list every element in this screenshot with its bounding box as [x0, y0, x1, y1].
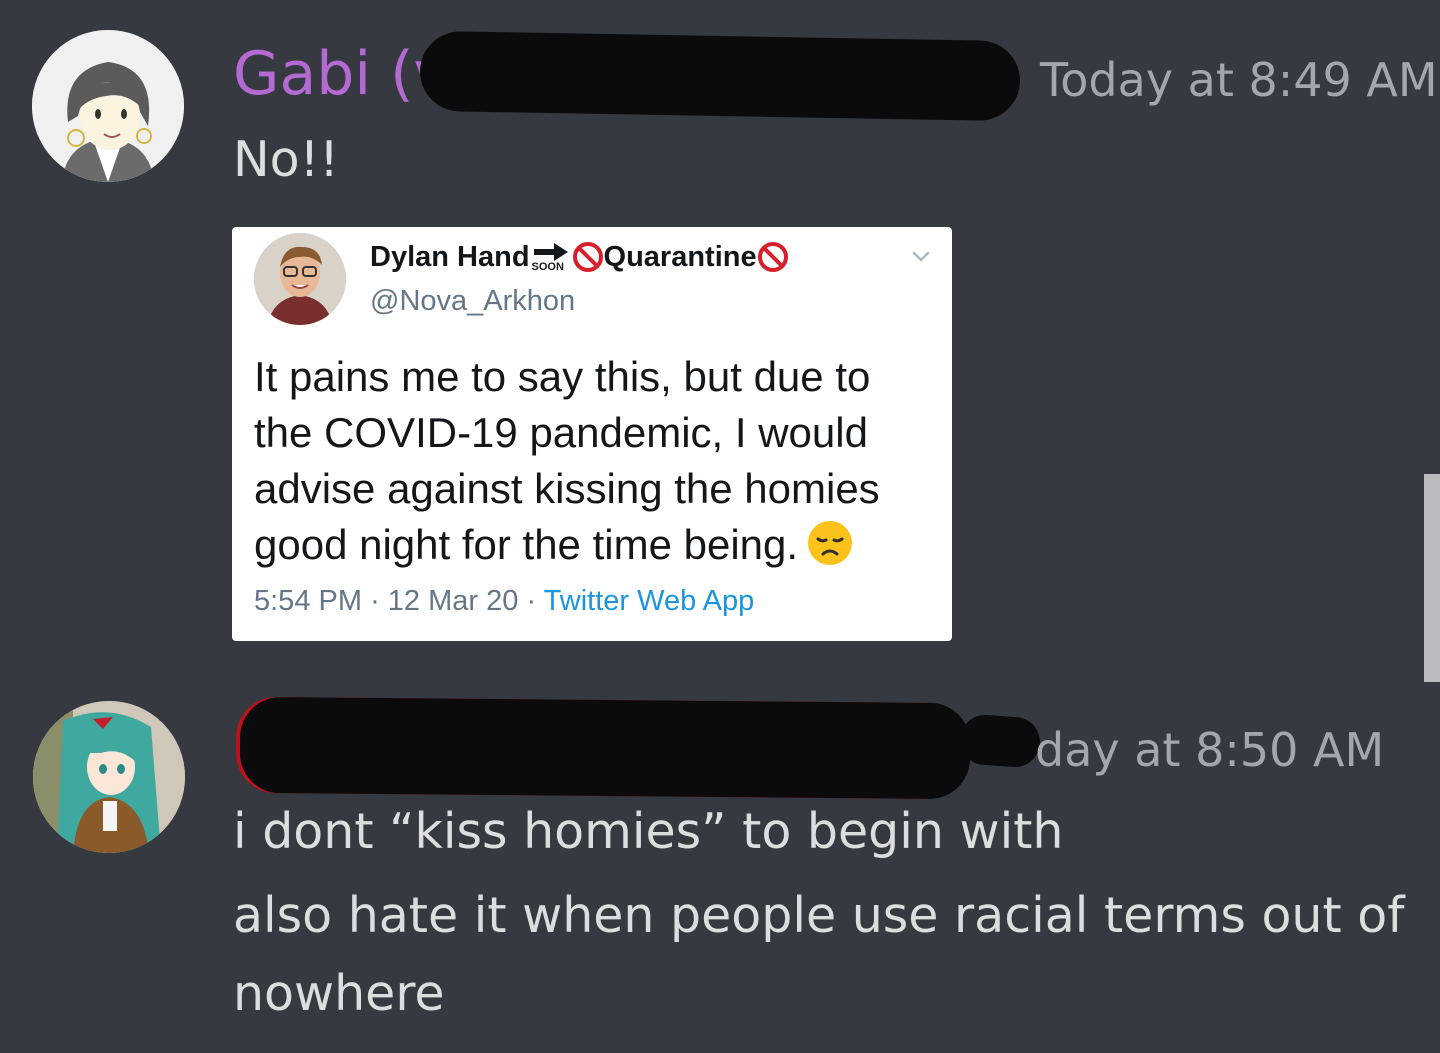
redaction-mark	[419, 30, 1021, 122]
right-arrow-icon	[533, 243, 568, 261]
separator: ·	[370, 585, 380, 617]
chevron-down-icon[interactable]	[908, 243, 934, 269]
redaction-mark	[958, 713, 1042, 769]
no-entry-sign-icon	[572, 242, 603, 272]
no-entry-sign-icon	[757, 242, 788, 272]
tweet-body-line: the COVID-19 pandemic, I would	[254, 409, 868, 456]
soon-label: SOON	[531, 261, 564, 273]
soon-arrow-badge: SOON	[532, 239, 570, 275]
tweet-date[interactable]: 12 Mar 20	[388, 585, 519, 617]
tweet-author-name[interactable]: Dylan Hand SOON Quarantine	[370, 239, 789, 275]
tweet-body: It pains me to say this, but due to the …	[254, 349, 944, 573]
timestamp: day at 8:50 AM	[1035, 723, 1385, 777]
avatar[interactable]	[32, 30, 184, 182]
tweet-author-avatar[interactable]	[254, 233, 346, 325]
message-text: No!!	[233, 131, 339, 188]
avatar-drawing	[33, 701, 185, 853]
username[interactable]: Gabi (v	[233, 38, 449, 110]
tweet-author-handle[interactable]: @Nova_Arkhon	[370, 283, 575, 319]
tweet-name-text: Dylan Hand	[370, 241, 530, 273]
message-text: nowhere	[233, 965, 445, 1022]
username-text: Gabi (v	[233, 39, 450, 109]
scrollbar-thumb[interactable]	[1424, 474, 1440, 682]
tweet-avatar-drawing	[254, 233, 346, 325]
tweet-meta: 5:54 PM · 12 Mar 20 · Twitter Web App	[254, 583, 754, 619]
disappointed-face-icon	[808, 521, 853, 565]
tweet-time[interactable]: 5:54 PM	[254, 585, 362, 617]
message-text: i dont “kiss homies” to begin with	[233, 803, 1064, 860]
tweet-body-line: It pains me to say this, but due to	[254, 353, 871, 400]
avatar-drawing	[32, 30, 184, 182]
tweet-name-suffix: Quarantine	[603, 241, 757, 273]
tweet-embed[interactable]: Dylan Hand SOON Quarantine @Nova_Arkhon …	[232, 227, 952, 641]
tweet-body-line: good night for the time being.	[254, 521, 799, 568]
separator: ·	[526, 585, 537, 617]
message-text: also hate it when people use racial term…	[233, 887, 1405, 944]
avatar[interactable]	[33, 701, 185, 853]
redaction-mark	[239, 696, 971, 800]
tweet-source-link[interactable]: Twitter Web App	[544, 585, 755, 617]
tweet-body-line-with-emoji: good night for the time being.	[254, 517, 944, 573]
tweet-body-line: advise against kissing the homies	[254, 465, 880, 512]
timestamp: Today at 8:49 AM	[1040, 53, 1438, 107]
